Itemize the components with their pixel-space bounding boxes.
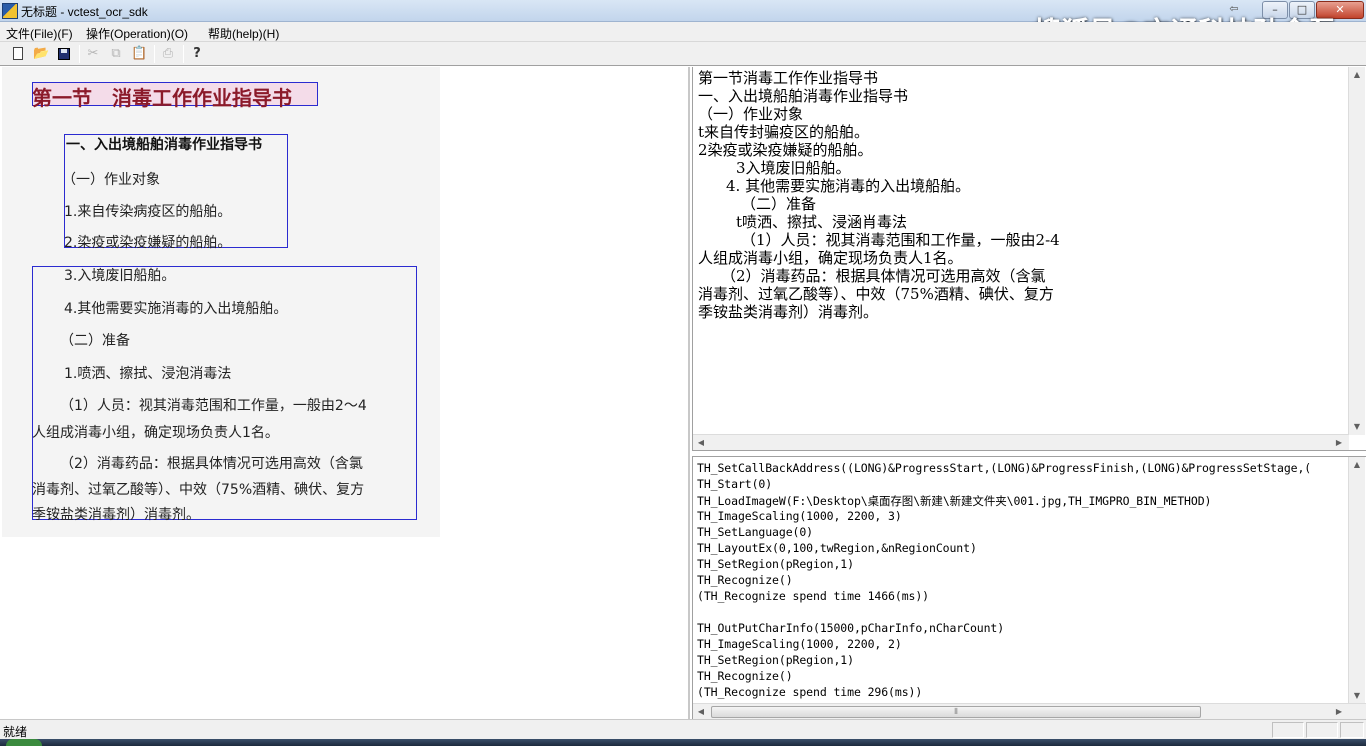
toolbar-separator — [79, 45, 80, 63]
doc-line: （1）人员：视其消毒范围和工作量，一般由2～4 — [60, 398, 367, 414]
vertical-scrollbar[interactable]: ▲ ▼ — [1348, 67, 1365, 435]
document-image[interactable]: 第一节 消毒工作作业指导书 一、入出境船舶消毒作业指导书 （一）作业对象 1.来… — [2, 67, 440, 537]
doc-line: 人组成消毒小组，确定现场负责人1名。 — [32, 425, 279, 441]
toolbar-separator — [183, 45, 184, 63]
start-button[interactable] — [6, 739, 42, 746]
log-line: TH_LoadImageW(F:\Desktop\桌面存图\新建\新建文件夹\0… — [697, 494, 1212, 508]
doc-title: 第一节 消毒工作作业指导书 — [32, 86, 292, 110]
save-icon[interactable] — [56, 46, 72, 62]
app-icon[interactable] — [2, 3, 18, 19]
status-pane — [1340, 722, 1364, 738]
status-pane — [1272, 722, 1304, 738]
scroll-right-arrow-icon[interactable]: ▶ — [1331, 704, 1347, 719]
log-line: (TH_Recognize spend time 296(ms)) — [697, 685, 923, 699]
horizontal-scrollbar[interactable]: ◀ ▶ — [693, 434, 1349, 450]
doc-line: （一）作业对象 — [62, 172, 160, 188]
cut-icon[interactable]: ✂ — [85, 46, 101, 62]
open-folder-icon[interactable]: 📂 — [33, 46, 49, 62]
scroll-right-arrow-icon[interactable]: ▶ — [1331, 435, 1347, 451]
application-window: 无标题 - vctest_ocr_sdk ⇦ – □ ✕ 搜狐号@文通科技孙金磊… — [0, 0, 1366, 746]
log-line: TH_OutPutCharInfo(15000,pCharInfo,nCharC… — [697, 621, 1005, 635]
scroll-up-arrow-icon[interactable]: ▲ — [1349, 457, 1365, 473]
doc-line: 3.入境废旧船舶。 — [64, 268, 176, 284]
doc-line: 4.其他需要实施消毒的入出境船舶。 — [64, 301, 288, 317]
doc-line: 1.喷洒、擦拭、浸泡消毒法 — [64, 366, 232, 382]
vertical-scrollbar[interactable]: ▲ ▼ — [1348, 457, 1365, 704]
horizontal-scrollbar[interactable]: ◀ ⦀ ▶ — [693, 703, 1366, 719]
taskbar — [0, 739, 1366, 746]
menu-operation[interactable]: 操作(Operation)(O) — [86, 25, 188, 42]
horizontal-scroll-thumb[interactable]: ⦀ — [711, 706, 1201, 718]
doc-line: 2.染疫或染疫嫌疑的船舶。 — [64, 235, 232, 251]
scroll-up-arrow-icon[interactable]: ▲ — [1349, 67, 1365, 83]
log-line: TH_Start(0) — [697, 477, 773, 491]
scroll-down-arrow-icon[interactable]: ▼ — [1349, 419, 1365, 435]
doc-line: （2）消毒药品：根据具体情况可选用高效（含氯 — [60, 456, 363, 472]
help-icon[interactable]: ? — [189, 46, 205, 62]
log-line: TH_Recognize() — [697, 669, 793, 683]
menu-help[interactable]: 帮助(help)(H) — [208, 25, 279, 42]
log-line: TH_SetLanguage(0) — [697, 525, 814, 539]
ocr-line: 季铵盐类消毒剂）消毒剂。 — [698, 303, 879, 321]
image-preview-panel[interactable]: 第一节 消毒工作作业指导书 一、入出境船舶消毒作业指导书 （一）作业对象 1.来… — [0, 67, 690, 719]
window-title: 无标题 - vctest_ocr_sdk — [21, 5, 148, 19]
ocr-result-pane[interactable]: 第一节消毒工作作业指导书 一、入出境船舶消毒作业指导书 （一）作业对象 t来自传… — [692, 67, 1366, 451]
scroll-left-arrow-icon[interactable]: ◀ — [693, 435, 709, 451]
log-line: TH_SetRegion(pRegion,1) — [697, 557, 854, 571]
log-line: TH_ImageScaling(1000, 2200, 3) — [697, 509, 902, 523]
log-line: TH_SetRegion(pRegion,1) — [697, 653, 854, 667]
doc-heading: 一、入出境船舶消毒作业指导书 — [66, 137, 262, 153]
toolbar: 📂 ✂ ⧉ 📋 ⎙ ? — [0, 42, 1366, 66]
log-line: (TH_Recognize spend time 1466(ms)) — [697, 589, 930, 603]
scroll-down-arrow-icon[interactable]: ▼ — [1349, 688, 1365, 704]
doc-line: （二）准备 — [60, 333, 130, 349]
new-document-icon[interactable] — [10, 46, 26, 62]
menu-bar: 文件(File)(F) 操作(Operation)(O) 帮助(help)(H) — [0, 22, 1366, 42]
print-icon[interactable]: ⎙ — [160, 46, 176, 62]
menu-file[interactable]: 文件(File)(F) — [6, 25, 73, 42]
doc-line: 1.来自传染病疫区的船舶。 — [64, 204, 232, 220]
scroll-left-arrow-icon[interactable]: ◀ — [693, 704, 709, 719]
copy-icon[interactable]: ⧉ — [108, 46, 124, 62]
log-line: TH_SetCallBackAddress((LONG)&ProgressSta… — [697, 461, 1312, 475]
api-log-pane[interactable]: TH_SetCallBackAddress((LONG)&ProgressSta… — [692, 456, 1366, 719]
status-bar: 就绪 — [0, 719, 1366, 739]
status-pane — [1306, 722, 1338, 738]
paste-icon[interactable]: 📋 — [131, 46, 147, 62]
status-text: 就绪 — [3, 725, 28, 739]
doc-line: 季铵盐类消毒剂）消毒剂。 — [32, 507, 200, 523]
log-line: TH_LayoutEx(0,100,twRegion,&nRegionCount… — [697, 541, 977, 555]
doc-line: 消毒剂、过氧乙酸等）、中效（75%酒精、碘伏、复方 — [32, 482, 365, 498]
toolbar-separator — [154, 45, 155, 63]
log-line: TH_Recognize() — [697, 573, 793, 587]
log-line: TH_ImageScaling(1000, 2200, 2) — [697, 637, 902, 651]
